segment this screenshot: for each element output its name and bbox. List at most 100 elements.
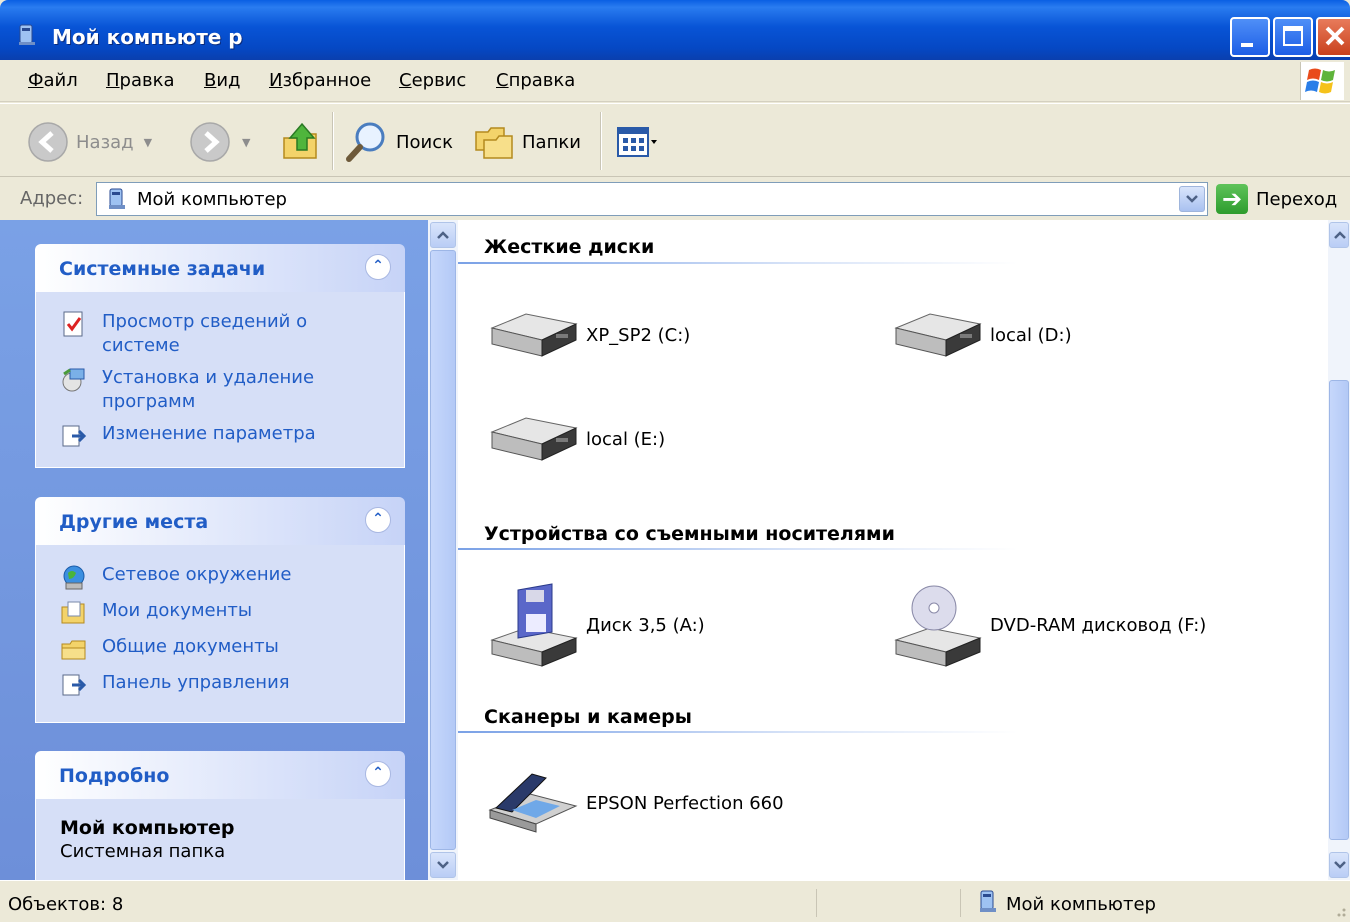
drive-c[interactable]: XP_SP2 (C:)	[486, 310, 690, 360]
forward-dropdown-icon[interactable]: ▼	[242, 136, 250, 149]
address-bar: Адрес: Мой компьютер ➔ Переход	[0, 178, 1350, 220]
scroll-down-button[interactable]	[430, 852, 456, 878]
computer-icon	[19, 24, 35, 45]
maximize-button[interactable]	[1273, 17, 1313, 57]
drive-a-label: Диск 3,5 (A:)	[586, 614, 705, 636]
group-hard-drives-title: Жесткие диски	[484, 236, 655, 258]
scanner-epson[interactable]: EPSON Perfection 660	[486, 772, 784, 834]
add-remove-programs-icon	[62, 368, 85, 392]
drive-d[interactable]: local (D:)	[890, 310, 1072, 360]
search-button[interactable]: Поиск	[344, 118, 453, 166]
place-shared-documents[interactable]: Общие документы	[36, 631, 404, 667]
details-header[interactable]: Подробно ⌃	[35, 751, 405, 799]
hard-drive-icon	[490, 417, 578, 461]
back-dropdown-icon[interactable]: ▼	[144, 136, 152, 149]
drive-c-label: XP_SP2 (C:)	[586, 324, 691, 346]
search-icon	[346, 122, 385, 162]
menu-favorites[interactable]: Избранное	[269, 70, 371, 91]
content-scrollbar[interactable]	[1328, 220, 1350, 880]
drive-f[interactable]: DVD-RAM дисковод (F:)	[890, 582, 1206, 668]
collapse-icon[interactable]: ⌃	[365, 761, 391, 787]
menu-edit-label: равка	[119, 70, 175, 91]
computer-icon	[109, 188, 125, 209]
toolbar-separator	[600, 112, 602, 170]
other-places-title: Другие места	[59, 511, 209, 533]
folders-button[interactable]: Папки	[472, 118, 581, 166]
close-button[interactable]	[1316, 17, 1350, 57]
up-folder-button[interactable]	[280, 118, 324, 166]
back-button[interactable]: Назад ▼	[26, 118, 152, 166]
minimize-icon	[1241, 43, 1253, 47]
window-title: Мой компьюте р	[52, 25, 243, 49]
go-button[interactable]: ➔ Переход	[1216, 184, 1337, 214]
back-label: Назад	[76, 131, 134, 153]
views-button[interactable]	[614, 118, 658, 166]
task-change-setting-label: Изменение параметра	[102, 423, 316, 444]
drive-e-label: local (E:)	[586, 428, 666, 450]
group-divider	[458, 731, 1018, 733]
scanner-icon	[488, 773, 578, 833]
collapse-icon[interactable]: ⌃	[365, 254, 391, 280]
menu-view-hotkey: В	[204, 70, 217, 91]
place-network[interactable]: Сетевое окружение	[36, 559, 404, 595]
resize-grip-icon[interactable]	[1330, 901, 1348, 919]
other-places-panel: Другие места ⌃ Сетевое окружение Мои док…	[35, 497, 405, 723]
place-control-panel[interactable]: Панель управления	[36, 667, 404, 703]
task-view-system-info[interactable]: Просмотр сведений о системе	[36, 306, 404, 362]
forward-arrow-icon	[190, 122, 230, 162]
windows-flag-icon	[1305, 68, 1335, 94]
hard-drive-icon	[490, 313, 578, 357]
address-dropdown-button[interactable]	[1179, 186, 1205, 212]
menu-favorites-label: збранное	[282, 70, 372, 91]
toolbar: Назад ▼ ▼ Поиск Папки	[0, 103, 1350, 177]
status-object-count: Объектов: 8	[8, 894, 124, 915]
details-title: Подробно	[59, 765, 170, 787]
shared-documents-icon	[61, 640, 86, 660]
collapse-icon[interactable]: ⌃	[365, 507, 391, 533]
status-location: Мой компьютер	[1006, 894, 1156, 915]
address-label: Адрес:	[20, 188, 84, 209]
task-add-remove-programs[interactable]: Установка и удаление программ	[36, 362, 404, 418]
chevron-down-icon	[1334, 861, 1346, 869]
control-panel-icon	[62, 425, 87, 447]
go-arrow-icon: ➔	[1216, 184, 1248, 214]
group-divider	[458, 262, 1018, 264]
system-tasks-header[interactable]: Системные задачи ⌃	[35, 244, 405, 292]
network-icon	[63, 565, 85, 590]
menu-tools[interactable]: Сервис	[399, 70, 466, 91]
drive-a[interactable]: Диск 3,5 (A:)	[486, 582, 705, 668]
place-my-documents[interactable]: Мои документы	[36, 595, 404, 631]
task-add-remove-programs-label: Установка и удаление программ	[102, 367, 315, 412]
forward-button[interactable]: ▼	[188, 118, 250, 166]
menu-edit[interactable]: Правка	[106, 70, 175, 91]
menu-file[interactable]: Файл	[28, 70, 78, 91]
group-divider	[458, 548, 1018, 550]
scroll-thumb[interactable]	[430, 250, 456, 850]
drive-d-label: local (D:)	[990, 324, 1072, 346]
scroll-thumb[interactable]	[1329, 380, 1349, 840]
menu-favorites-hotkey: И	[269, 70, 283, 91]
views-icon	[617, 127, 657, 157]
menu-help[interactable]: Справка	[496, 70, 575, 91]
group-scanners-title: Сканеры и камеры	[484, 706, 692, 728]
scroll-up-button[interactable]	[1329, 222, 1349, 248]
go-label: Переход	[1256, 188, 1338, 210]
address-input[interactable]: Мой компьютер	[96, 182, 1208, 216]
address-value: Мой компьютер	[137, 189, 287, 210]
scanner-epson-label: EPSON Perfection 660	[586, 792, 784, 814]
minimize-button[interactable]	[1230, 17, 1270, 57]
status-bar: Объектов: 8 Мой компьютер	[0, 880, 1350, 922]
other-places-body: Сетевое окружение Мои документы Общие до…	[35, 545, 405, 723]
place-my-documents-label: Мои документы	[102, 600, 253, 621]
menu-view[interactable]: Вид	[204, 70, 241, 91]
scroll-down-button[interactable]	[1329, 852, 1349, 878]
task-change-setting[interactable]: Изменение параметра	[36, 418, 404, 454]
place-shared-documents-label: Общие документы	[102, 636, 279, 657]
dvd-drive-icon	[894, 585, 982, 667]
drive-e[interactable]: local (E:)	[486, 414, 665, 464]
scroll-up-button[interactable]	[430, 222, 456, 248]
other-places-header[interactable]: Другие места ⌃	[35, 497, 405, 545]
content-pane: Жесткие диски XP_SP2 (C:) local (D:) loc…	[458, 220, 1328, 880]
task-pane-scrollbar[interactable]	[428, 220, 458, 880]
title-bar[interactable]: Мой компьюте р	[0, 0, 1350, 60]
